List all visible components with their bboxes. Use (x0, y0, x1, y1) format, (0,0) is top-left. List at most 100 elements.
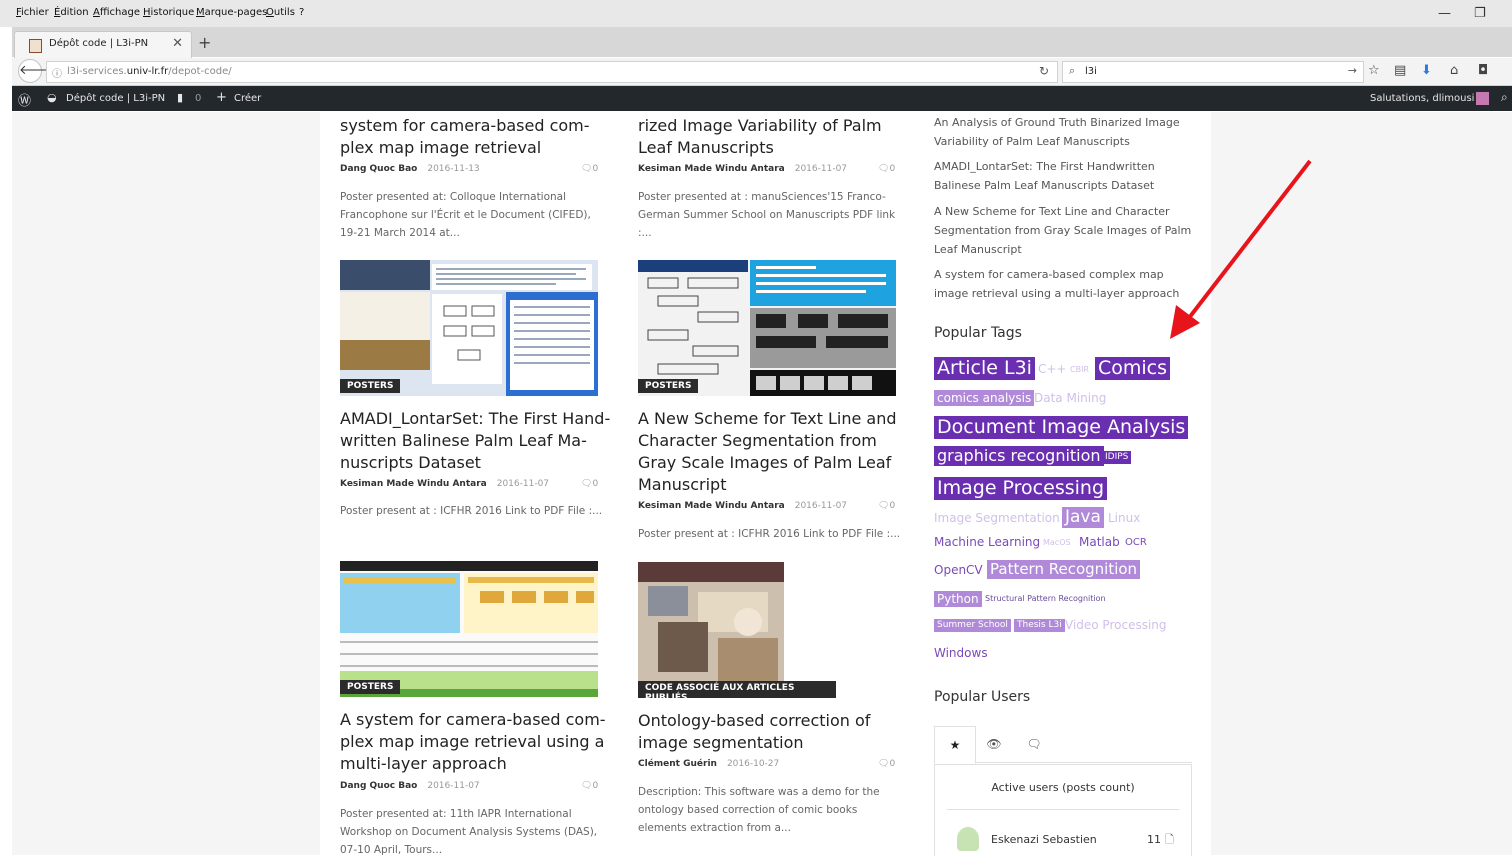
tag-linux[interactable]: Linux (1108, 512, 1140, 524)
user-name[interactable]: Eskenazi Sebastien (991, 833, 1097, 846)
tag-python[interactable]: Python (934, 591, 982, 607)
menu-outils[interactable]: Outils (266, 7, 295, 18)
post-meta: Kesiman Made Windu Antara 2016-11-07 (340, 479, 550, 489)
comment-bubble-icon[interactable]: ▮ (177, 91, 183, 104)
comment-count[interactable]: 🗨0 (581, 479, 598, 489)
tag-matlab[interactable]: Matlab (1079, 536, 1120, 548)
dashboard-icon: ◒ (47, 91, 57, 104)
user-avatar[interactable] (957, 827, 979, 851)
tag-opencv[interactable]: OpenCV (934, 564, 983, 576)
tag-article-l3i[interactable]: Article L3i (934, 357, 1035, 380)
search-go-icon[interactable]: → (1348, 64, 1357, 77)
comment-count[interactable]: 🗨0 (878, 164, 895, 174)
recent-post-link[interactable]: A system for camera-based complex map ima… (934, 265, 1179, 303)
tag-data-mining[interactable]: Data Mining (1034, 392, 1106, 404)
recent-post-link[interactable]: A New Scheme for Text Line and Character… (934, 202, 1191, 259)
url-bar[interactable]: ⓘ l3i-services.univ-lr.fr/depot-code/ ↻ (46, 61, 1058, 83)
tag-image-segmentation[interactable]: Image Segmentation (934, 512, 1060, 524)
tag-structural-pattern-recognition[interactable]: Structural Pattern Recognition (985, 595, 1106, 603)
poster-image (638, 260, 896, 396)
new-content-link[interactable]: Créer (234, 93, 261, 104)
tag-summer-school[interactable]: Summer School (934, 619, 1011, 632)
tag-pattern-recognition[interactable]: Pattern Recognition (987, 560, 1141, 579)
greeting-link[interactable]: Salutations, dlimousi (1370, 93, 1474, 104)
post-thumbnail[interactable]: POSTERS (340, 561, 598, 697)
comment-count[interactable]: 🗨0 (878, 501, 895, 511)
post-meta: Dang Quoc Bao 2016-11-13 (340, 164, 480, 174)
tag-java[interactable]: Java (1062, 507, 1104, 528)
recent-post-link[interactable]: AMADI_LontarSet: The First Handwritten Ba… (934, 157, 1155, 195)
post-excerpt: Description: This software was a demo fo… (638, 786, 880, 834)
menu-marque-pages[interactable]: Marque-pages (196, 7, 267, 18)
tag-document-image-analysis[interactable]: Document Image Analysis (934, 416, 1189, 439)
comment-count[interactable]: 🗨0 (878, 759, 895, 769)
category-badge[interactable]: POSTERS (638, 379, 699, 393)
users-heading: Active users (posts count) (991, 781, 1135, 794)
back-arrow-icon[interactable]: 🡐 (18, 59, 54, 83)
post-title[interactable]: Ontology-based correction of image segmen… (638, 710, 870, 754)
browser-tab[interactable]: Dépôt code | L3i-PN ✕ (14, 31, 192, 59)
download-icon[interactable]: ⬇ (1421, 63, 1432, 78)
tab-comment-icon[interactable]: 🗨 (1014, 726, 1054, 762)
post-title[interactable]: AMADI_LontarSet: The First Hand-written … (340, 408, 610, 474)
menu-edition[interactable]: Édition (54, 7, 89, 18)
post-meta: Kesiman Made Windu Antara 2016-11-07 (638, 164, 848, 174)
tag-cpp[interactable]: C++ (1038, 363, 1067, 375)
post-title[interactable]: rized Image Variability of Palm Leaf Manu… (638, 115, 882, 159)
avatar[interactable] (1476, 92, 1489, 105)
tag-comics[interactable]: Comics (1095, 357, 1171, 380)
category-badge[interactable]: POSTERS (340, 680, 401, 694)
tab-close-icon[interactable]: ✕ (172, 36, 183, 51)
post-title[interactable]: A New Scheme for Text Line and Character … (638, 408, 897, 496)
site-name-link[interactable]: Dépôt code | L3i-PN (66, 93, 165, 104)
admin-search-icon[interactable]: ⌕ (1501, 90, 1508, 105)
tag-graphics-recognition[interactable]: graphics recognition (934, 446, 1104, 466)
home-icon[interactable]: ⌂ (1450, 63, 1458, 78)
post-thumbnail[interactable]: POSTERS (340, 260, 598, 396)
post-thumbnail[interactable]: CODE ASSOCIÉ AUX ARTICLES PUBLIÉS (638, 562, 836, 698)
search-icon: ⌕ (1069, 64, 1076, 77)
comment-count[interactable]: 🗨0 (581, 164, 598, 174)
tag-machine-learning[interactable]: Machine Learning (934, 536, 1040, 548)
info-icon[interactable]: ⓘ (52, 65, 62, 80)
tag-comics-analysis[interactable]: comics analysis (934, 390, 1035, 406)
restore-icon[interactable]: ❐ (1474, 6, 1486, 21)
post-title[interactable]: system for camera-based com-plex map ima… (340, 115, 590, 159)
menu-fichier[interactable]: Fichier (16, 7, 49, 18)
post-meta: Clément Guérin 2016-10-27 (638, 759, 780, 769)
tab-star-icon[interactable]: ★ (934, 726, 976, 764)
recent-post-link[interactable]: An Analysis of Ground Truth Binarized Im… (934, 113, 1180, 151)
post-title[interactable]: A system for camera-based com-plex map i… (340, 709, 606, 775)
post-meta: Dang Quoc Bao 2016-11-07 (340, 781, 480, 791)
pocket-icon[interactable]: ◘ (1478, 63, 1488, 78)
tag-video-processing[interactable]: Video Processing (1065, 619, 1167, 631)
tag-idips[interactable]: IDIPS (1102, 451, 1132, 464)
post-meta: Kesiman Made Windu Antara 2016-11-07 (638, 501, 848, 511)
popular-users-title: Popular Users (934, 689, 1031, 705)
poster-image (340, 260, 598, 396)
tag-windows[interactable]: Windows (934, 647, 988, 659)
menu-help[interactable]: ? (299, 7, 304, 18)
comment-count[interactable]: 🗨0 (581, 781, 598, 791)
category-badge[interactable]: CODE ASSOCIÉ AUX ARTICLES PUBLIÉS (638, 681, 836, 698)
tab-eye-icon[interactable]: 👁 (974, 726, 1014, 762)
plus-icon[interactable]: + (216, 90, 227, 105)
search-bar[interactable]: ⌕ l3i → (1062, 61, 1364, 83)
tag-cbir[interactable]: CBIR (1070, 366, 1089, 374)
new-tab-icon[interactable]: + (198, 33, 211, 52)
menu-affichage[interactable]: Affichage (93, 7, 140, 18)
tag-ocr[interactable]: OCR (1125, 538, 1147, 548)
tag-image-processing[interactable]: Image Processing (934, 477, 1108, 500)
menu-historique[interactable]: Historique (143, 7, 194, 18)
bookmark-star-icon[interactable]: ☆ (1368, 63, 1380, 78)
post-excerpt: Poster present at : ICFHR 2016 Link to P… (638, 528, 901, 540)
reload-icon[interactable]: ↻ (1039, 64, 1049, 78)
library-icon[interactable]: ▤ (1394, 63, 1406, 78)
annotation-arrow (1170, 159, 1312, 339)
wordpress-logo-icon[interactable]: Ⓦ (18, 90, 31, 109)
post-thumbnail[interactable]: POSTERS (638, 260, 896, 396)
category-badge[interactable]: POSTERS (340, 379, 401, 393)
tag-macos[interactable]: MacOS (1043, 539, 1071, 547)
minimize-icon[interactable]: — (1438, 6, 1451, 21)
tag-thesis-l3i[interactable]: Thesis L3i (1014, 619, 1065, 632)
